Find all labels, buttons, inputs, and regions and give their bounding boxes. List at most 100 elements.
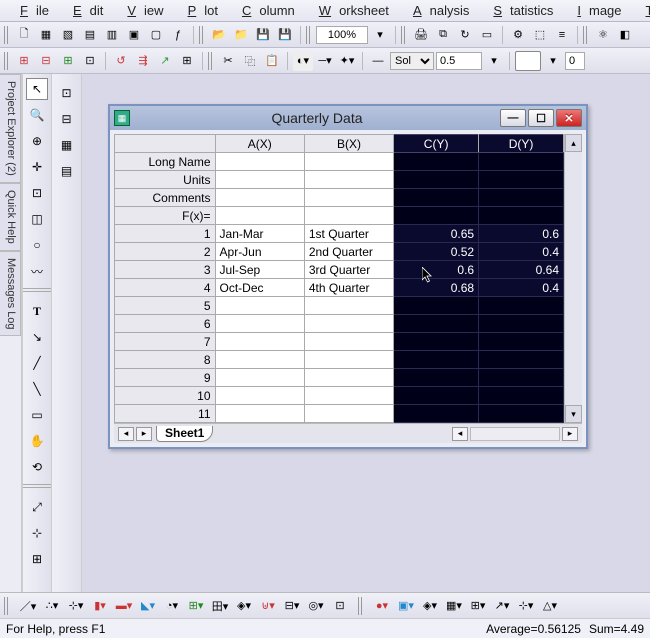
row-number[interactable]: 3 <box>115 261 216 279</box>
menu-statistics[interactable]: Statistics <box>477 1 561 20</box>
data-cell[interactable] <box>479 333 564 351</box>
zoom-in-tool[interactable]: 🔍 <box>26 104 48 126</box>
data-selector-tool[interactable]: ⊡ <box>26 182 48 204</box>
extra-num-input[interactable] <box>565 52 585 70</box>
multi-y-button[interactable]: ⊞▾ <box>186 596 206 616</box>
meta-cell[interactable] <box>304 171 393 189</box>
data-cell[interactable] <box>394 351 479 369</box>
new-notes-button[interactable]: ▢ <box>146 25 166 45</box>
data-cell[interactable] <box>215 315 304 333</box>
data-cell[interactable] <box>479 297 564 315</box>
data-cell[interactable] <box>479 351 564 369</box>
color-swatch[interactable] <box>515 51 541 71</box>
data-cell[interactable] <box>479 387 564 405</box>
data-cell[interactable] <box>304 351 393 369</box>
meta-cell[interactable] <box>304 207 393 225</box>
row-number[interactable]: 9 <box>115 369 216 387</box>
data-cell[interactable] <box>394 297 479 315</box>
window-titlebar[interactable]: ▦ Quarterly Data — ☐ ✕ <box>110 106 586 130</box>
3d-bars-button[interactable]: ▣▾ <box>396 596 416 616</box>
menu-plot[interactable]: Plot <box>172 1 226 20</box>
meta-cell[interactable] <box>394 189 479 207</box>
template-library-button[interactable]: ⊡ <box>330 596 350 616</box>
worksheet-grid[interactable]: A(X)B(X)C(Y)D(Y)Long NameUnitsCommentsF(… <box>114 134 564 423</box>
zoom-dropdown[interactable]: ▾ <box>370 25 390 45</box>
meta-cell[interactable] <box>394 153 479 171</box>
data-cell[interactable] <box>215 297 304 315</box>
stock-button[interactable]: ⊹▾ <box>516 596 536 616</box>
rescale-tool[interactable]: ⊹ <box>26 522 48 544</box>
pattern-button[interactable]: ✦▾ <box>337 51 357 71</box>
menu-tools[interactable]: Tools <box>630 1 650 20</box>
column-header[interactable]: C(Y) <box>394 135 479 153</box>
new-project-button[interactable]: 🗋 <box>14 25 34 45</box>
maximize-button[interactable]: ☐ <box>528 109 554 127</box>
mdi-workspace[interactable]: ▦ Quarterly Data — ☐ ✕ A(X)B(X)C(Y)D(Y)L… <box>82 74 650 618</box>
ungroup-button[interactable]: ⊟ <box>56 108 78 130</box>
close-button[interactable]: ✕ <box>556 109 582 127</box>
new-excel-button[interactable]: ▥ <box>102 25 122 45</box>
data-cell[interactable] <box>215 387 304 405</box>
meta-cell[interactable] <box>304 153 393 171</box>
menu-column[interactable]: Column <box>226 1 303 20</box>
front-button[interactable]: ▦ <box>56 134 78 156</box>
line-width-input[interactable] <box>436 52 482 70</box>
toolbar-handle[interactable] <box>208 52 214 70</box>
row-label[interactable]: Long Name <box>115 153 216 171</box>
data-cell[interactable]: Jul-Sep <box>215 261 304 279</box>
data-cell[interactable] <box>479 369 564 387</box>
menu-file[interactable]: File <box>4 1 57 20</box>
data-cell[interactable]: 0.4 <box>479 243 564 261</box>
shape-tool[interactable]: ╲ <box>26 378 48 400</box>
toolbar-handle[interactable] <box>306 26 312 44</box>
data-cell[interactable] <box>215 351 304 369</box>
save-template-button[interactable]: 💾 <box>275 25 295 45</box>
sheet-nav-prev[interactable]: ◂ <box>118 427 134 441</box>
batch-button[interactable]: ⇶ <box>133 51 153 71</box>
hscroll-left[interactable]: ◂ <box>452 427 468 441</box>
row-number[interactable]: 10 <box>115 387 216 405</box>
data-cell[interactable]: 0.6 <box>394 261 479 279</box>
import-wizard-button[interactable]: ⚙ <box>508 25 528 45</box>
meta-cell[interactable] <box>215 207 304 225</box>
hscroll-track[interactable] <box>470 427 560 441</box>
box-plot-button[interactable]: ⊟▾ <box>282 596 302 616</box>
data-cell[interactable] <box>304 405 393 423</box>
meta-cell[interactable] <box>304 189 393 207</box>
column-header[interactable]: D(Y) <box>479 135 564 153</box>
vector-button[interactable]: ↗▾ <box>492 596 512 616</box>
digitize-button[interactable]: ⬚ <box>530 25 550 45</box>
meta-cell[interactable] <box>394 207 479 225</box>
import-ascii-button[interactable]: ⊞ <box>14 51 34 71</box>
data-cell[interactable] <box>304 315 393 333</box>
zoom-input[interactable] <box>316 26 368 44</box>
new-graph-button[interactable]: ▧ <box>58 25 78 45</box>
data-cell[interactable]: 0.68 <box>394 279 479 297</box>
text-tool[interactable]: T <box>26 300 48 322</box>
scatter-plot-button[interactable]: ∴▾ <box>42 596 62 616</box>
line-plot-button[interactable]: ／▾ <box>18 596 38 616</box>
group-button[interactable]: ⊡ <box>56 82 78 104</box>
pan-tool[interactable]: ✋ <box>26 430 48 452</box>
menu-view[interactable]: View <box>111 1 171 20</box>
color-dropdown[interactable]: ▾ <box>543 51 563 71</box>
area-plot-button[interactable]: ◣▾ <box>138 596 158 616</box>
toolbar-handle[interactable] <box>199 26 205 44</box>
multi-panel-button[interactable]: 田▾ <box>210 596 230 616</box>
rotate-tool[interactable]: ⟲ <box>26 456 48 478</box>
row-label[interactable]: Units <box>115 171 216 189</box>
cut-button[interactable]: ✂ <box>218 51 238 71</box>
scroll-up-button[interactable]: ▴ <box>565 134 582 152</box>
column-header[interactable]: A(X) <box>215 135 304 153</box>
new-function-button[interactable]: ƒ <box>168 25 188 45</box>
import-excel-button[interactable]: ⊞ <box>58 51 78 71</box>
menu-worksheet[interactable]: Worksheet <box>303 1 397 20</box>
screen-reader-tool[interactable]: ⊕ <box>26 130 48 152</box>
toolbar-handle[interactable] <box>4 26 10 44</box>
duplicate-button[interactable]: ⧉ <box>433 25 453 45</box>
open-button[interactable]: 📂 <box>209 25 229 45</box>
meta-cell[interactable] <box>215 153 304 171</box>
image-plot-button[interactable]: ▦▾ <box>444 596 464 616</box>
meta-cell[interactable] <box>215 171 304 189</box>
pie-plot-button[interactable]: ◔▾ <box>162 596 182 616</box>
